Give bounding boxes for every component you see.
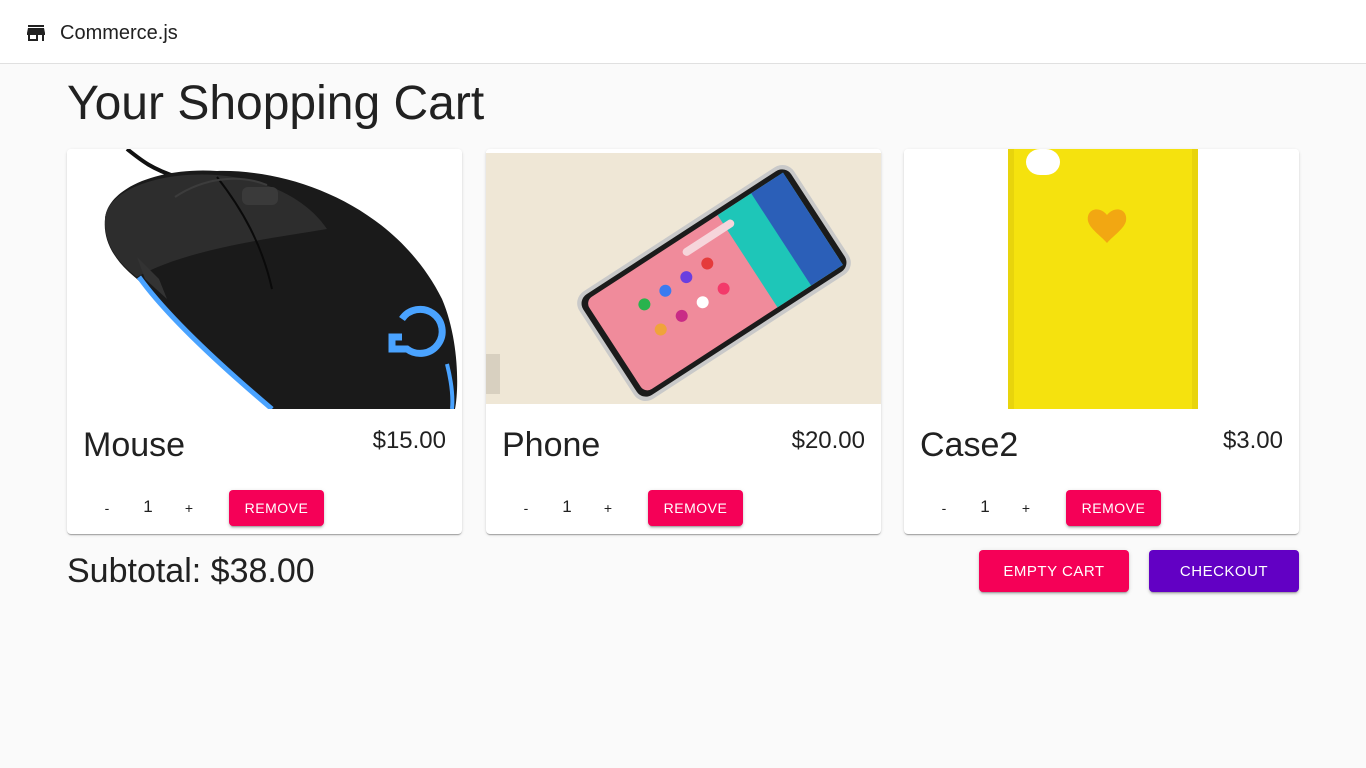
app-bar: Commerce.js	[0, 0, 1366, 64]
mouse-image	[67, 149, 462, 411]
empty-cart-button[interactable]: EMPTY CART	[979, 550, 1129, 592]
remove-item-button[interactable]: REMOVE	[1066, 490, 1161, 526]
store-icon	[24, 21, 48, 45]
cart-item-card: Case2 $3.00 - 1 + REMOVE	[904, 149, 1299, 534]
cart-subtotal: Subtotal: $38.00	[67, 552, 315, 590]
increase-quantity-button[interactable]: +	[588, 490, 628, 526]
product-price: $3.00	[1222, 427, 1283, 454]
product-price: $15.00	[372, 427, 446, 454]
quantity-value: 1	[980, 497, 990, 516]
quantity-value: 1	[562, 497, 572, 516]
product-price: $20.00	[791, 427, 865, 454]
cart-item-card: Mouse $15.00 - 1 + REMOVE	[67, 149, 462, 534]
phone-image	[486, 149, 881, 409]
decrease-quantity-button[interactable]: -	[924, 490, 964, 526]
brand-name: Commerce.js	[60, 21, 178, 44]
decrease-quantity-button[interactable]: -	[87, 490, 127, 526]
checkout-button[interactable]: CHECKOUT	[1149, 550, 1299, 592]
cart-item-card: Phone $20.00 - 1 + REMOVE	[486, 149, 881, 534]
decrease-quantity-button[interactable]: -	[506, 490, 546, 526]
brand-link[interactable]: Commerce.js	[24, 19, 178, 47]
remove-item-button[interactable]: REMOVE	[229, 490, 324, 526]
increase-quantity-button[interactable]: +	[1006, 490, 1046, 526]
increase-quantity-button[interactable]: +	[169, 490, 209, 526]
product-name: Phone	[502, 426, 601, 464]
remove-item-button[interactable]: REMOVE	[648, 490, 743, 526]
page-title: Your Shopping Cart	[67, 77, 485, 130]
product-name: Mouse	[83, 426, 186, 464]
case-image	[904, 149, 1299, 409]
quantity-value: 1	[143, 497, 153, 516]
product-name: Case2	[920, 426, 1019, 464]
